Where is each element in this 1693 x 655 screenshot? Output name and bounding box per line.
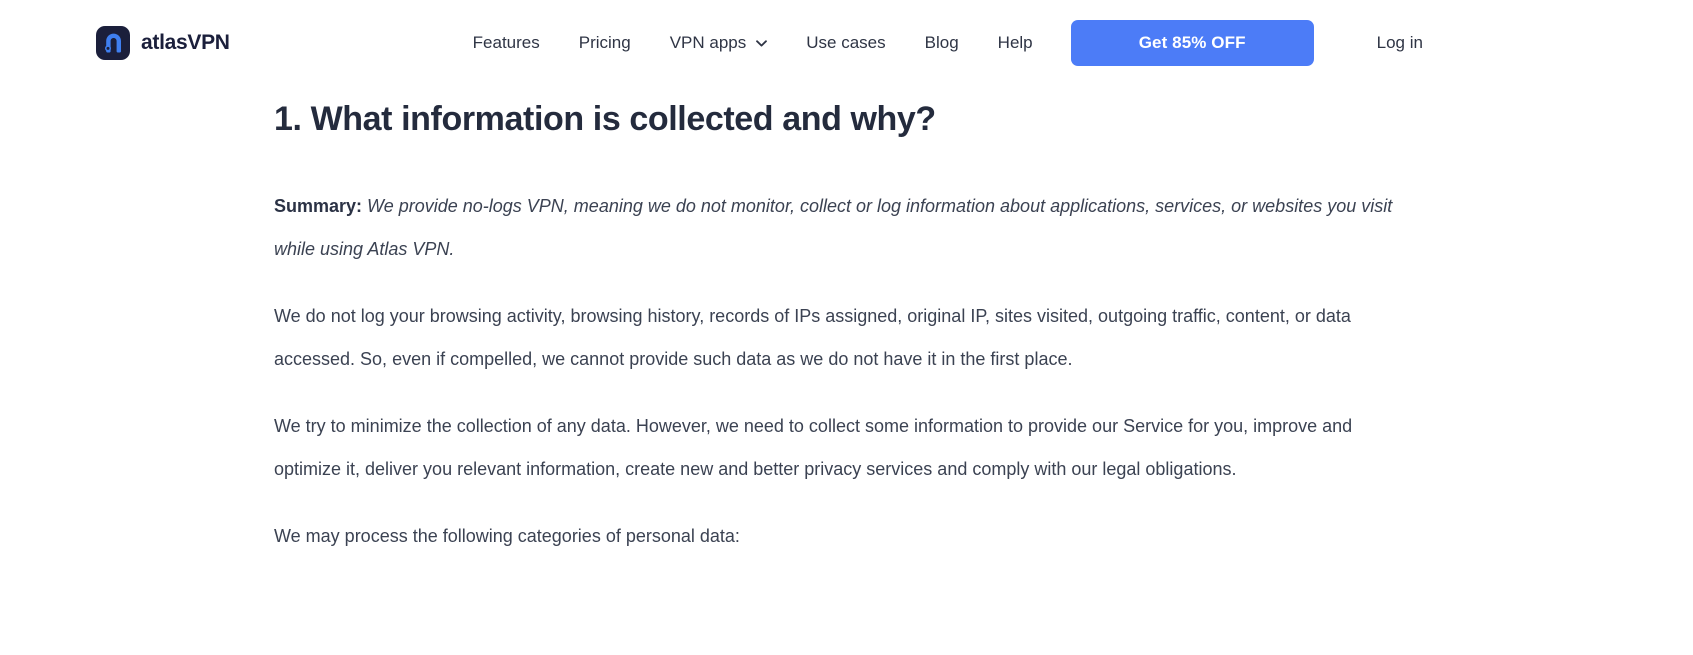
summary-label: Summary:: [274, 195, 363, 216]
page-title: 1. What information is collected and why…: [274, 100, 936, 138]
nav-item-label: VPN apps: [669, 33, 747, 52]
body-paragraph-2: We try to minimize the collection of any…: [274, 415, 1353, 479]
summary-paragraph: Summary: We provide no-logs VPN, meaning…: [274, 185, 1424, 271]
brand-logo-link[interactable]: atlasVPN: [96, 26, 230, 60]
nav-item-label: Use cases: [806, 33, 886, 52]
body-paragraph-1: We do not log your browsing activity, br…: [274, 305, 1351, 369]
header-actions: Get 85% OFF Log in: [1070, 20, 1423, 66]
site-header: atlasVPN Features Pricing VPN apps Use c…: [0, 0, 1693, 86]
nav-item-vpn-apps[interactable]: VPN apps: [670, 25, 768, 61]
chevron-down-icon: [756, 39, 768, 47]
nav-item-use-cases[interactable]: Use cases: [806, 25, 885, 61]
nav-item-blog[interactable]: Blog: [925, 25, 959, 61]
get-discount-button[interactable]: Get 85% OFF: [1070, 20, 1314, 66]
nav-item-help[interactable]: Help: [998, 25, 1033, 61]
main-navigation: Features Pricing VPN apps Use cases Blog…: [473, 25, 1033, 61]
nav-item-label: Blog: [924, 33, 959, 52]
nav-item-features[interactable]: Features: [473, 25, 540, 61]
nav-item-pricing[interactable]: Pricing: [579, 25, 631, 61]
article-content: 1. What information is collected and why…: [274, 98, 1424, 558]
summary-text: We provide no-logs VPN, meaning we do no…: [274, 195, 1393, 259]
body-paragraph-3: We may process the following categories …: [274, 525, 740, 546]
atlas-vpn-logo-icon: [96, 26, 130, 60]
nav-item-label: Help: [997, 33, 1033, 52]
brand-name: atlasVPN: [141, 31, 230, 54]
nav-item-label: Pricing: [578, 33, 631, 52]
nav-item-label: Features: [472, 33, 540, 52]
login-link[interactable]: Log in: [1377, 33, 1423, 53]
